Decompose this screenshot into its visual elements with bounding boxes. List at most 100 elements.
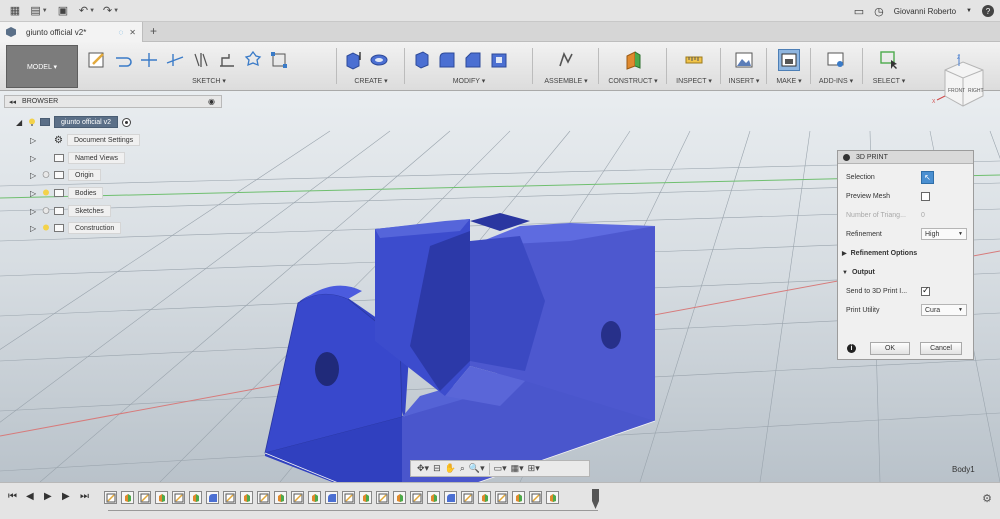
- browser-panel-header[interactable]: ◂◂ BROWSER ◉: [4, 95, 222, 108]
- step-forward-icon[interactable]: ▶: [62, 491, 70, 502]
- insert-menu[interactable]: INSERT ▾: [724, 77, 764, 85]
- undo-icon[interactable]: ↶ ▼: [78, 3, 96, 19]
- comment-icon[interactable]: ▭: [854, 5, 864, 18]
- grid-icon[interactable]: ▦: [6, 3, 24, 19]
- timeline-sketch-icon[interactable]: [257, 491, 270, 504]
- timeline-extrude-icon[interactable]: [308, 491, 321, 504]
- tree-item[interactable]: ▷ Origin: [30, 169, 101, 181]
- timeline-extrude-icon[interactable]: [512, 491, 525, 504]
- chamfer-icon[interactable]: [462, 49, 484, 71]
- joint-icon[interactable]: [555, 49, 577, 71]
- viewcube[interactable]: FRONT RIGHT Z X: [929, 52, 993, 108]
- orbit-icon[interactable]: ✥▾: [417, 463, 429, 474]
- timeline-sketch-icon[interactable]: [138, 491, 151, 504]
- dialog-stop-icon[interactable]: [843, 153, 850, 161]
- print-utility-dropdown[interactable]: Cura ▼: [921, 304, 967, 316]
- cancel-button[interactable]: Cancel: [920, 342, 962, 355]
- tree-item[interactable]: ▷ Sketches: [30, 205, 111, 217]
- timeline-fillet-icon[interactable]: [444, 491, 457, 504]
- addins-menu[interactable]: ADD-INS ▾: [814, 77, 858, 85]
- activate-radio-icon[interactable]: [122, 117, 132, 127]
- tree-item[interactable]: ▷ Construction: [30, 222, 122, 234]
- output-section[interactable]: ▼ Output: [842, 266, 875, 279]
- go-to-start-icon[interactable]: ⏮: [8, 491, 17, 502]
- visibility-bulb-icon[interactable]: [42, 207, 50, 215]
- expand-triangle-icon[interactable]: ▷: [30, 207, 38, 216]
- timeline-sketch-icon[interactable]: [291, 491, 304, 504]
- timeline-extrude-icon[interactable]: [427, 491, 440, 504]
- grid-settings-icon[interactable]: ▦▾: [511, 463, 524, 474]
- select-icon[interactable]: [878, 49, 900, 71]
- make-menu[interactable]: MAKE ▾: [770, 77, 808, 85]
- timeline-extrude-icon[interactable]: [546, 491, 559, 504]
- timeline-sketch-icon[interactable]: [342, 491, 355, 504]
- timeline-extrude-icon[interactable]: [359, 491, 372, 504]
- press-pull-icon[interactable]: [410, 49, 432, 71]
- user-menu[interactable]: Giovanni Roberto: [894, 7, 956, 16]
- tree-item[interactable]: ▷ ⚙ Document Settings: [30, 134, 141, 146]
- viewcube-front[interactable]: FRONT: [948, 88, 965, 94]
- selection-cursor-icon[interactable]: ↖: [921, 170, 934, 184]
- close-icon[interactable]: ✕: [129, 28, 136, 37]
- dialog-header[interactable]: 3D PRINT: [838, 151, 973, 164]
- timeline-extrude-icon[interactable]: [274, 491, 287, 504]
- mirror-icon[interactable]: [190, 49, 212, 71]
- file-icon[interactable]: ▤ ▼: [30, 3, 48, 19]
- scripts-icon[interactable]: [825, 49, 847, 71]
- inspect-menu[interactable]: INSPECT ▾: [670, 77, 718, 85]
- timeline-sketch-icon[interactable]: [461, 491, 474, 504]
- pan-icon[interactable]: ✋: [445, 463, 456, 474]
- visibility-bulb-icon[interactable]: [42, 189, 50, 197]
- expand-triangle-icon[interactable]: ◢: [16, 118, 24, 127]
- help-icon[interactable]: ?: [982, 5, 994, 17]
- sketch-menu[interactable]: SKETCH ▾: [86, 77, 332, 85]
- expand-triangle-icon[interactable]: ▷: [30, 189, 38, 198]
- tree-item[interactable]: ▷ Bodies: [30, 187, 104, 199]
- revolve-icon[interactable]: [368, 49, 390, 71]
- visibility-bulb-icon[interactable]: [42, 224, 50, 232]
- select-menu[interactable]: SELECT ▾: [866, 77, 912, 85]
- measure-icon[interactable]: [683, 49, 705, 71]
- visibility-bulb-icon[interactable]: [28, 118, 36, 126]
- stop-sketch-icon[interactable]: [268, 49, 290, 71]
- play-icon[interactable]: ▶: [44, 491, 52, 502]
- visibility-bulb-icon[interactable]: [42, 171, 50, 179]
- timeline-sketch-icon[interactable]: [495, 491, 508, 504]
- timeline-sketch-icon[interactable]: [223, 491, 236, 504]
- circle-icon[interactable]: [164, 49, 186, 71]
- expand-triangle-icon[interactable]: ▷: [30, 224, 38, 233]
- shell-icon[interactable]: [488, 49, 510, 71]
- chevron-down-icon[interactable]: ▼: [966, 8, 972, 14]
- timeline-marker[interactable]: [592, 489, 599, 509]
- collapse-icon[interactable]: ◂◂: [9, 98, 16, 106]
- save-icon[interactable]: ▣: [54, 3, 72, 19]
- preview-mesh-checkbox[interactable]: [921, 191, 930, 201]
- refinement-dropdown[interactable]: High ▼: [921, 228, 967, 240]
- gear-icon[interactable]: ⚙: [982, 492, 992, 505]
- extrude-icon[interactable]: [342, 49, 364, 71]
- line-icon[interactable]: [112, 49, 134, 71]
- tree-root[interactable]: ◢ giunto official v2: [16, 116, 132, 128]
- construct-menu[interactable]: CONSTRUCT ▾: [602, 77, 664, 85]
- clock-icon[interactable]: ◷: [874, 5, 884, 18]
- document-tab[interactable]: giunto official v2* ◌ ✕: [0, 22, 143, 42]
- modify-menu[interactable]: MODIFY ▾: [410, 77, 528, 85]
- create-sketch-icon[interactable]: [86, 49, 108, 71]
- timeline-extrude-icon[interactable]: [189, 491, 202, 504]
- timeline-sketch-icon[interactable]: [410, 491, 423, 504]
- tree-item[interactable]: ▷ Named Views: [30, 152, 126, 164]
- fillet-icon[interactable]: [436, 49, 458, 71]
- send-to-print-checkbox[interactable]: [921, 285, 930, 296]
- plane-icon[interactable]: [622, 49, 644, 71]
- timeline-extrude-icon[interactable]: [393, 491, 406, 504]
- rectangle-icon[interactable]: [138, 49, 160, 71]
- timeline-sketch-icon[interactable]: [529, 491, 542, 504]
- refinement-options-section[interactable]: ▶ Refinement Options: [842, 247, 917, 260]
- redo-icon[interactable]: ↷ ▼: [102, 3, 120, 19]
- new-tab-button[interactable]: +: [150, 24, 157, 38]
- fit-icon[interactable]: 🔍▾: [469, 463, 485, 474]
- timeline-fillet-icon[interactable]: [206, 491, 219, 504]
- timeline-extrude-icon[interactable]: [478, 491, 491, 504]
- timeline-sketch-icon[interactable]: [104, 491, 117, 504]
- timeline-extrude-icon[interactable]: [155, 491, 168, 504]
